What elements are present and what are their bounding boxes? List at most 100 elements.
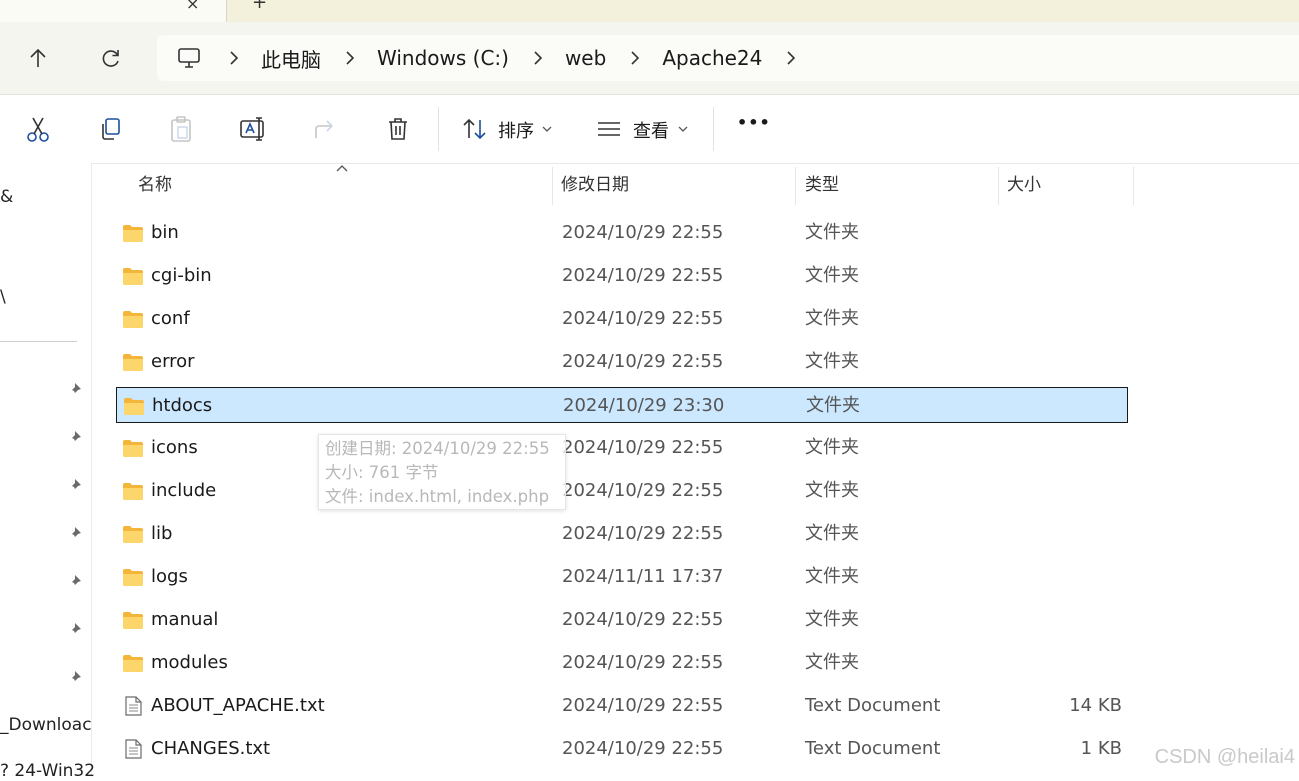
- file-name: htdocs: [152, 395, 213, 416]
- folder-tooltip: 创建日期: 2024/10/29 22:55 大小: 761 字节 文件: in…: [318, 434, 566, 510]
- rename-button[interactable]: [236, 112, 270, 146]
- chevron-right-icon[interactable]: [620, 51, 650, 65]
- column-divider[interactable]: [795, 167, 796, 205]
- file-name: error: [151, 351, 195, 372]
- file-row[interactable]: cgi-bin 2024/10/29 22:55 文件夹: [116, 258, 1128, 294]
- column-header-size[interactable]: 大小: [1007, 163, 1041, 207]
- file-row[interactable]: logs 2024/11/11 17:37 文件夹: [116, 559, 1128, 595]
- tab-active[interactable]: ×: [0, 0, 227, 22]
- breadcrumb-this-pc[interactable]: 此电脑: [257, 44, 325, 73]
- file-type: Text Document: [805, 695, 941, 716]
- file-name: manual: [151, 609, 219, 630]
- column-header-type[interactable]: 类型: [805, 163, 839, 207]
- paste-button[interactable]: [164, 112, 198, 146]
- trash-icon: [389, 118, 407, 140]
- refresh-button[interactable]: [93, 40, 129, 76]
- chevron-right-icon[interactable]: [523, 51, 553, 65]
- chevron-right-icon[interactable]: [776, 51, 806, 65]
- sort-button-label[interactable]: 排序: [498, 117, 534, 143]
- file-row[interactable]: modules 2024/10/29 22:55 文件夹: [116, 645, 1128, 681]
- file-name: bin: [151, 222, 179, 243]
- command-toolbar: 排序 查看 •••: [0, 95, 1299, 164]
- breadcrumb-apache24[interactable]: Apache24: [658, 46, 766, 70]
- file-row-selected[interactable]: htdocs 2024/10/29 23:30 文件夹: [116, 387, 1128, 423]
- tooltip-files: 文件: index.html, index.php: [325, 487, 550, 506]
- tooltip-size: 大小: 761 字节: [325, 463, 439, 482]
- file-type: 文件夹: [805, 308, 859, 329]
- sidebar-item-partial[interactable]: ? 24-Win32: [0, 761, 95, 781]
- file-modified-date: 2024/10/29 22:55: [562, 652, 724, 673]
- chevron-down-icon[interactable]: [678, 125, 688, 133]
- folder-icon: [122, 481, 144, 501]
- file-name: ABOUT_APACHE.txt: [151, 695, 325, 716]
- chevron-right-icon[interactable]: [219, 51, 249, 65]
- folder-icon: [122, 223, 144, 243]
- copy-button[interactable]: [93, 112, 127, 146]
- pin-icon[interactable]: [66, 525, 84, 543]
- file-row[interactable]: manual 2024/10/29 22:55 文件夹: [116, 602, 1128, 638]
- file-type: 文件夹: [805, 351, 859, 372]
- watermark: CSDN @heilai4: [1154, 746, 1295, 768]
- column-header-modified[interactable]: 修改日期: [561, 163, 629, 207]
- folder-icon: [122, 352, 144, 372]
- file-modified-date: 2024/10/29 22:55: [562, 523, 724, 544]
- sidebar-item-partial[interactable]: \: [0, 287, 6, 307]
- toolbar-divider: [438, 107, 439, 151]
- file-type: Text Document: [805, 738, 941, 759]
- up-button[interactable]: [20, 40, 56, 76]
- file-row[interactable]: conf 2024/10/29 22:55 文件夹: [116, 301, 1128, 337]
- toolbar-divider: [713, 107, 714, 151]
- close-tab-icon[interactable]: ×: [186, 0, 199, 13]
- file-name: cgi-bin: [151, 265, 212, 286]
- computer-icon: [178, 48, 200, 68]
- file-row[interactable]: CHANGES.txt 2024/10/29 22:55 Text Document…: [116, 731, 1128, 767]
- pin-icon[interactable]: [66, 669, 84, 687]
- breadcrumb-web[interactable]: web: [561, 46, 610, 70]
- view-button-label[interactable]: 查看: [633, 117, 669, 143]
- address-bar[interactable]: 此电脑 Windows (C:) web Apache24: [157, 35, 1299, 81]
- cut-button[interactable]: [21, 112, 55, 146]
- view-icon-wrap[interactable]: [592, 112, 626, 146]
- file-type: 文件夹: [805, 566, 859, 587]
- file-row[interactable]: icons 2024/10/29 22:55 文件夹: [116, 430, 1128, 466]
- file-modified-date: 2024/10/29 22:55: [562, 480, 724, 501]
- file-row[interactable]: error 2024/10/29 22:55 文件夹: [116, 344, 1128, 380]
- column-header-name[interactable]: 名称: [138, 163, 172, 207]
- pin-icon[interactable]: [66, 381, 84, 399]
- file-row[interactable]: lib 2024/10/29 22:55 文件夹: [116, 516, 1128, 552]
- sort-icon-wrap[interactable]: [458, 112, 492, 146]
- file-modified-date: 2024/10/29 22:55: [562, 738, 724, 759]
- sidebar-item-partial[interactable]: &: [0, 187, 13, 207]
- sidebar-item-downloads[interactable]: _Downloac: [0, 715, 92, 735]
- column-divider[interactable]: [552, 167, 553, 205]
- file-type: 文件夹: [805, 652, 859, 673]
- more-options-button[interactable]: •••: [737, 113, 771, 132]
- column-divider[interactable]: [998, 167, 999, 205]
- clipboard-icon: [171, 116, 191, 142]
- pin-icon[interactable]: [66, 429, 84, 447]
- pin-icon[interactable]: [66, 477, 84, 495]
- arrow-up-icon: [30, 48, 46, 67]
- delete-button[interactable]: [381, 112, 415, 146]
- file-row[interactable]: bin 2024/10/29 22:55 文件夹: [116, 215, 1128, 251]
- text-file-icon: [122, 696, 144, 716]
- file-type: 文件夹: [805, 222, 859, 243]
- folder-icon: [122, 610, 144, 630]
- file-row[interactable]: include 2024/10/29 22:55 文件夹: [116, 473, 1128, 509]
- pin-icon[interactable]: [66, 621, 84, 639]
- share-icon: [315, 120, 334, 138]
- folder-icon: [123, 396, 145, 416]
- file-modified-date: 2024/10/29 22:55: [562, 308, 724, 329]
- file-row[interactable]: ABOUT_APACHE.txt 2024/10/29 22:55 Text Doc…: [116, 688, 1128, 724]
- chevron-right-icon[interactable]: [335, 51, 365, 65]
- file-modified-date: 2024/11/11 17:37: [562, 566, 724, 587]
- column-divider[interactable]: [1133, 167, 1134, 205]
- chevron-down-icon[interactable]: [542, 125, 552, 133]
- pin-icon[interactable]: [66, 573, 84, 591]
- share-button[interactable]: [309, 112, 343, 146]
- new-tab-icon[interactable]: +: [252, 0, 267, 13]
- file-name: conf: [151, 308, 190, 329]
- breadcrumb-drive-c[interactable]: Windows (C:): [373, 46, 513, 70]
- file-modified-date: 2024/10/29 22:55: [562, 695, 724, 716]
- rename-icon: [240, 117, 264, 141]
